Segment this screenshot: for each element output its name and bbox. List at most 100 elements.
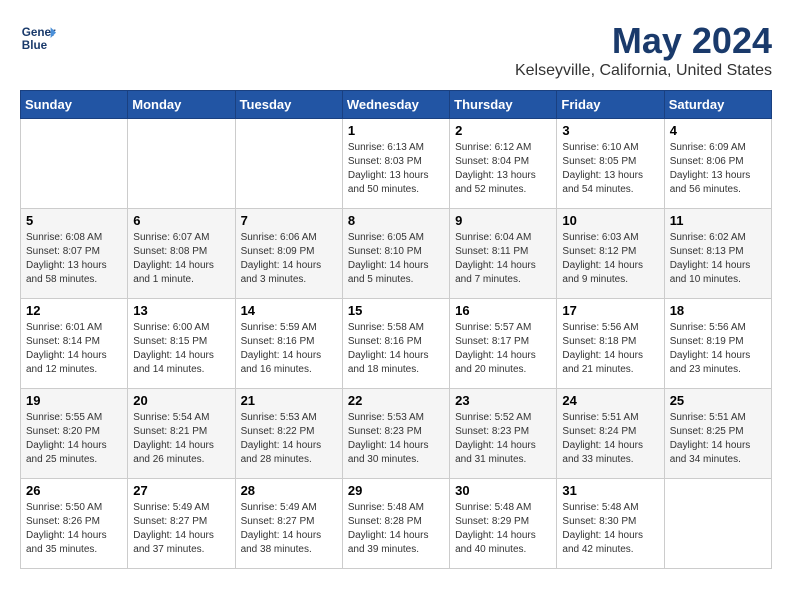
day-info: Sunrise: 5:48 AMSunset: 8:28 PMDaylight:…	[348, 501, 444, 557]
day-number: 10	[562, 213, 658, 228]
day-info: Sunrise: 5:49 AMSunset: 8:27 PMDaylight:…	[241, 501, 337, 557]
day-number: 21	[241, 393, 337, 408]
calendar-day-31: 31 Sunrise: 5:48 AMSunset: 8:30 PMDayligh…	[557, 479, 664, 569]
day-info: Sunrise: 6:01 AMSunset: 8:14 PMDaylight:…	[26, 321, 122, 377]
weekday-header-sunday: Sunday	[21, 91, 128, 119]
empty-cell	[21, 119, 128, 209]
day-number: 22	[348, 393, 444, 408]
calendar-day-24: 24 Sunrise: 5:51 AMSunset: 8:24 PMDayligh…	[557, 389, 664, 479]
calendar-day-3: 3 Sunrise: 6:10 AMSunset: 8:05 PMDaylight…	[557, 119, 664, 209]
day-info: Sunrise: 6:06 AMSunset: 8:09 PMDaylight:…	[241, 231, 337, 287]
title-area: May 2024 Kelseyville, California, United…	[515, 20, 772, 80]
weekday-header-row: SundayMondayTuesdayWednesdayThursdayFrid…	[21, 91, 772, 119]
day-number: 26	[26, 483, 122, 498]
day-info: Sunrise: 6:04 AMSunset: 8:11 PMDaylight:…	[455, 231, 551, 287]
calendar-week-2: 5Sunrise: 6:08 AMSunset: 8:07 PMDaylight…	[21, 209, 772, 299]
day-info: Sunrise: 5:56 AMSunset: 8:19 PMDaylight:…	[670, 321, 766, 377]
weekday-header-friday: Friday	[557, 91, 664, 119]
calendar-day-7: 7 Sunrise: 6:06 AMSunset: 8:09 PMDaylight…	[235, 209, 342, 299]
day-number: 20	[133, 393, 229, 408]
day-info: Sunrise: 5:53 AMSunset: 8:22 PMDaylight:…	[241, 411, 337, 467]
calendar-day-2: 2 Sunrise: 6:12 AMSunset: 8:04 PMDaylight…	[450, 119, 557, 209]
day-info: Sunrise: 6:00 AMSunset: 8:15 PMDaylight:…	[133, 321, 229, 377]
day-number: 6	[133, 213, 229, 228]
calendar-day-13: 13 Sunrise: 6:00 AMSunset: 8:15 PMDayligh…	[128, 299, 235, 389]
day-number: 9	[455, 213, 551, 228]
day-number: 16	[455, 303, 551, 318]
calendar-day-6: 6 Sunrise: 6:07 AMSunset: 8:08 PMDaylight…	[128, 209, 235, 299]
day-info: Sunrise: 5:57 AMSunset: 8:17 PMDaylight:…	[455, 321, 551, 377]
weekday-header-monday: Monday	[128, 91, 235, 119]
day-info: Sunrise: 5:49 AMSunset: 8:27 PMDaylight:…	[133, 501, 229, 557]
day-info: Sunrise: 5:51 AMSunset: 8:25 PMDaylight:…	[670, 411, 766, 467]
calendar-table: SundayMondayTuesdayWednesdayThursdayFrid…	[20, 90, 772, 569]
day-info: Sunrise: 6:13 AMSunset: 8:03 PMDaylight:…	[348, 141, 444, 197]
day-info: Sunrise: 5:59 AMSunset: 8:16 PMDaylight:…	[241, 321, 337, 377]
day-number: 30	[455, 483, 551, 498]
day-number: 17	[562, 303, 658, 318]
calendar-day-28: 28 Sunrise: 5:49 AMSunset: 8:27 PMDayligh…	[235, 479, 342, 569]
calendar-day-11: 11Sunrise: 6:02 AMSunset: 8:13 PMDayligh…	[664, 209, 771, 299]
day-number: 27	[133, 483, 229, 498]
day-number: 4	[670, 123, 766, 138]
weekday-header-thursday: Thursday	[450, 91, 557, 119]
day-number: 8	[348, 213, 444, 228]
day-number: 2	[455, 123, 551, 138]
day-number: 19	[26, 393, 122, 408]
generalblue-logo-icon: General Blue	[20, 20, 56, 56]
calendar-day-23: 23 Sunrise: 5:52 AMSunset: 8:23 PMDayligh…	[450, 389, 557, 479]
calendar-week-1: 1 Sunrise: 6:13 AMSunset: 8:03 PMDaylight…	[21, 119, 772, 209]
day-number: 18	[670, 303, 766, 318]
day-info: Sunrise: 6:09 AMSunset: 8:06 PMDaylight:…	[670, 141, 766, 197]
day-info: Sunrise: 6:03 AMSunset: 8:12 PMDaylight:…	[562, 231, 658, 287]
calendar-day-22: 22 Sunrise: 5:53 AMSunset: 8:23 PMDayligh…	[342, 389, 449, 479]
weekday-header-tuesday: Tuesday	[235, 91, 342, 119]
calendar-day-21: 21 Sunrise: 5:53 AMSunset: 8:22 PMDayligh…	[235, 389, 342, 479]
calendar-subtitle: Kelseyville, California, United States	[515, 62, 772, 80]
day-number: 1	[348, 123, 444, 138]
day-number: 25	[670, 393, 766, 408]
day-number: 29	[348, 483, 444, 498]
calendar-title: May 2024	[515, 20, 772, 62]
day-info: Sunrise: 5:48 AMSunset: 8:29 PMDaylight:…	[455, 501, 551, 557]
day-number: 15	[348, 303, 444, 318]
logo: General Blue	[20, 20, 56, 56]
calendar-day-14: 14Sunrise: 5:59 AMSunset: 8:16 PMDayligh…	[235, 299, 342, 389]
calendar-day-8: 8 Sunrise: 6:05 AMSunset: 8:10 PMDaylight…	[342, 209, 449, 299]
day-number: 28	[241, 483, 337, 498]
day-info: Sunrise: 5:53 AMSunset: 8:23 PMDaylight:…	[348, 411, 444, 467]
calendar-day-16: 16 Sunrise: 5:57 AMSunset: 8:17 PMDayligh…	[450, 299, 557, 389]
calendar-day-30: 30 Sunrise: 5:48 AMSunset: 8:29 PMDayligh…	[450, 479, 557, 569]
calendar-week-5: 26Sunrise: 5:50 AMSunset: 8:26 PMDayligh…	[21, 479, 772, 569]
day-info: Sunrise: 6:10 AMSunset: 8:05 PMDaylight:…	[562, 141, 658, 197]
calendar-day-27: 27 Sunrise: 5:49 AMSunset: 8:27 PMDayligh…	[128, 479, 235, 569]
weekday-header-wednesday: Wednesday	[342, 91, 449, 119]
day-number: 23	[455, 393, 551, 408]
day-info: Sunrise: 6:07 AMSunset: 8:08 PMDaylight:…	[133, 231, 229, 287]
day-info: Sunrise: 5:54 AMSunset: 8:21 PMDaylight:…	[133, 411, 229, 467]
day-number: 24	[562, 393, 658, 408]
empty-cell	[235, 119, 342, 209]
weekday-header-saturday: Saturday	[664, 91, 771, 119]
calendar-day-1: 1 Sunrise: 6:13 AMSunset: 8:03 PMDaylight…	[342, 119, 449, 209]
day-info: Sunrise: 5:51 AMSunset: 8:24 PMDaylight:…	[562, 411, 658, 467]
day-info: Sunrise: 5:48 AMSunset: 8:30 PMDaylight:…	[562, 501, 658, 557]
day-info: Sunrise: 6:02 AMSunset: 8:13 PMDaylight:…	[670, 231, 766, 287]
calendar-day-10: 10 Sunrise: 6:03 AMSunset: 8:12 PMDayligh…	[557, 209, 664, 299]
day-number: 5	[26, 213, 122, 228]
day-number: 3	[562, 123, 658, 138]
day-info: Sunrise: 6:05 AMSunset: 8:10 PMDaylight:…	[348, 231, 444, 287]
day-info: Sunrise: 6:12 AMSunset: 8:04 PMDaylight:…	[455, 141, 551, 197]
day-number: 31	[562, 483, 658, 498]
svg-text:Blue: Blue	[22, 39, 48, 52]
calendar-day-25: 25 Sunrise: 5:51 AMSunset: 8:25 PMDayligh…	[664, 389, 771, 479]
day-number: 13	[133, 303, 229, 318]
calendar-day-12: 12Sunrise: 6:01 AMSunset: 8:14 PMDayligh…	[21, 299, 128, 389]
day-number: 7	[241, 213, 337, 228]
header: General Blue May 2024 Kelseyville, Calif…	[20, 20, 772, 80]
calendar-day-26: 26Sunrise: 5:50 AMSunset: 8:26 PMDayligh…	[21, 479, 128, 569]
calendar-day-18: 18 Sunrise: 5:56 AMSunset: 8:19 PMDayligh…	[664, 299, 771, 389]
calendar-day-20: 20 Sunrise: 5:54 AMSunset: 8:21 PMDayligh…	[128, 389, 235, 479]
day-info: Sunrise: 5:55 AMSunset: 8:20 PMDaylight:…	[26, 411, 122, 467]
day-info: Sunrise: 5:52 AMSunset: 8:23 PMDaylight:…	[455, 411, 551, 467]
